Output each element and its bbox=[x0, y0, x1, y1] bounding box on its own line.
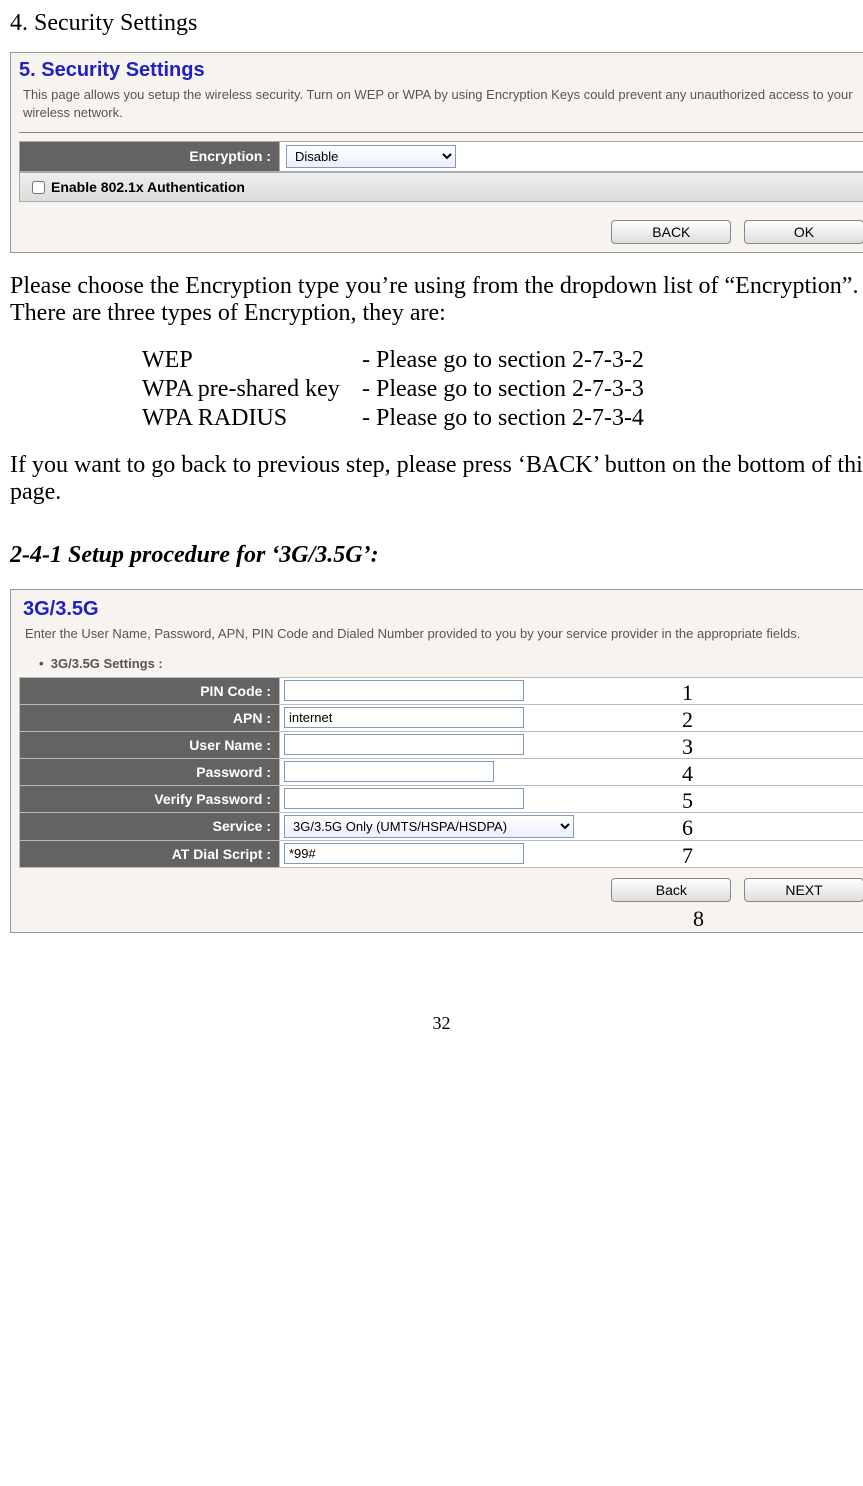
divider bbox=[19, 132, 863, 133]
encryption-row: Encryption : Disable bbox=[19, 141, 863, 172]
callout-3: 3 bbox=[682, 734, 693, 760]
input-pin-code[interactable] bbox=[284, 680, 524, 701]
label-service: Service : bbox=[20, 813, 280, 840]
threeg-panel: 3G/3.5G Enter the User Name, Password, A… bbox=[10, 589, 863, 932]
encryption-select[interactable]: Disable bbox=[286, 145, 456, 168]
select-service[interactable]: 3G/3.5G Only (UMTS/HSPA/HSDPA) bbox=[284, 815, 574, 838]
input-user-name[interactable] bbox=[284, 734, 524, 755]
callout-1: 1 bbox=[682, 680, 693, 706]
panel2-title: 3G/3.5G bbox=[11, 590, 863, 621]
encryption-label: Encryption : bbox=[20, 142, 280, 171]
row-apn: APN : 2 bbox=[19, 705, 863, 732]
label-pin-code: PIN Code : bbox=[20, 678, 280, 704]
callout-8: 8 bbox=[11, 906, 863, 932]
input-at-dial-script[interactable] bbox=[284, 843, 524, 864]
input-password[interactable] bbox=[284, 761, 494, 782]
back-button[interactable]: BACK bbox=[611, 220, 731, 244]
button-row: BACK OK bbox=[11, 210, 863, 252]
row-user-name: User Name : 3 bbox=[19, 732, 863, 759]
panel-description: This page allows you setup the wireless … bbox=[11, 82, 863, 132]
button-row-2: Back NEXT bbox=[11, 870, 863, 906]
subheading-3g: 2-4-1 Setup procedure for ‘3G/3.5G’: bbox=[10, 542, 863, 569]
settings-grid: PIN Code : 1 APN : 2 User Name : 3 Passw… bbox=[19, 677, 863, 868]
enc-name: WPA pre-shared key bbox=[142, 376, 360, 403]
enable-8021x-checkbox[interactable] bbox=[32, 181, 45, 194]
row-service: Service : 3G/3.5G Only (UMTS/HSPA/HSDPA)… bbox=[19, 813, 863, 841]
intro-paragraph: Please choose the Encryption type you’re… bbox=[10, 273, 863, 327]
enc-row-wep: WEP - Please go to section 2-7-3-2 bbox=[142, 347, 652, 374]
enc-ref: - Please go to section 2-7-3-2 bbox=[362, 347, 652, 374]
next-button[interactable]: NEXT bbox=[744, 878, 863, 902]
encryption-cell: Disable bbox=[280, 142, 863, 171]
panel2-description: Enter the User Name, Password, APN, PIN … bbox=[11, 621, 863, 655]
label-apn: APN : bbox=[20, 705, 280, 731]
enc-ref: - Please go to section 2-7-3-3 bbox=[362, 376, 652, 403]
row-verify-password: Verify Password : 5 bbox=[19, 786, 863, 813]
callout-5: 5 bbox=[682, 788, 693, 814]
panel-title: 5. Security Settings bbox=[11, 53, 863, 82]
input-verify-password[interactable] bbox=[284, 788, 524, 809]
enc-name: WEP bbox=[142, 347, 360, 374]
encryption-types-list: WEP - Please go to section 2-7-3-2 WPA p… bbox=[140, 345, 654, 434]
ok-button[interactable]: OK bbox=[744, 220, 863, 244]
callout-4: 4 bbox=[682, 761, 693, 787]
callout-7: 7 bbox=[682, 843, 693, 869]
enc-row-wpa-radius: WPA RADIUS - Please go to section 2-7-3-… bbox=[142, 405, 652, 432]
input-apn[interactable] bbox=[284, 707, 524, 728]
enable-8021x-label: Enable 802.1x Authentication bbox=[51, 179, 245, 195]
enc-ref: - Please go to section 2-7-3-4 bbox=[362, 405, 652, 432]
enc-row-wpa-psk: WPA pre-shared key - Please go to sectio… bbox=[142, 376, 652, 403]
label-at-dial-script: AT Dial Script : bbox=[20, 841, 280, 867]
row-at-dial-script: AT Dial Script : 7 bbox=[19, 841, 863, 868]
back-button-2[interactable]: Back bbox=[611, 878, 731, 902]
page-number: 32 bbox=[10, 1013, 863, 1034]
callout-2: 2 bbox=[682, 707, 693, 733]
label-verify-password: Verify Password : bbox=[20, 786, 280, 812]
back-paragraph: If you want to go back to previous step,… bbox=[10, 452, 863, 506]
enc-name: WPA RADIUS bbox=[142, 405, 360, 432]
enable-8021x-row: Enable 802.1x Authentication bbox=[19, 172, 863, 202]
section-heading: 4. Security Settings bbox=[10, 10, 863, 37]
row-pin-code: PIN Code : 1 bbox=[19, 677, 863, 705]
label-user-name: User Name : bbox=[20, 732, 280, 758]
label-password: Password : bbox=[20, 759, 280, 785]
settings-subheader: 3G/3.5G Settings : bbox=[11, 656, 863, 677]
row-password: Password : 4 bbox=[19, 759, 863, 786]
callout-6: 6 bbox=[682, 815, 693, 841]
security-settings-panel: 5. Security Settings This page allows yo… bbox=[10, 52, 863, 253]
